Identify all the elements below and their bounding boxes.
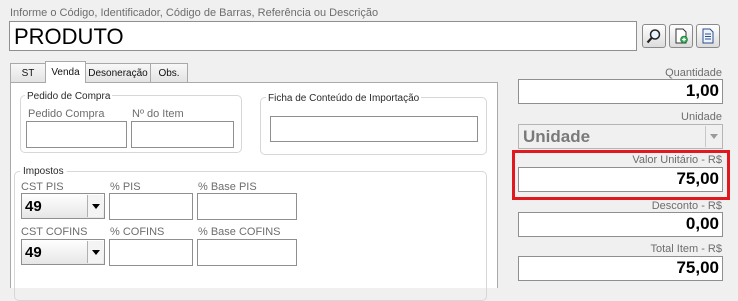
tab-desoneracao[interactable]: Desoneração <box>85 63 151 82</box>
desconto-value: 0,00 <box>685 214 719 233</box>
cst-pis-label: CST PIS <box>21 181 64 193</box>
tab-obs[interactable]: Obs. <box>150 63 188 82</box>
cst-pis-select[interactable]: 49 <box>21 193 105 219</box>
total-item-label: Total Item - R$ <box>650 243 722 255</box>
unidade-select[interactable]: Unidade <box>518 124 723 149</box>
chevron-down-icon <box>87 195 103 217</box>
unidade-label: Unidade <box>681 111 722 123</box>
pis-label: % PIS <box>110 181 141 193</box>
base-cofins-input[interactable] <box>197 239 297 266</box>
pedido-title: Pedido de Compra <box>25 91 113 102</box>
search-icon <box>646 29 661 44</box>
item-number-label: Nº do Item <box>132 108 184 120</box>
quantidade-value: 1,00 <box>685 81 719 100</box>
tab-st[interactable]: ST <box>10 63 46 82</box>
cst-cofins-select[interactable]: 49 <box>21 239 105 265</box>
quantidade-label: Quantidade <box>665 67 722 79</box>
pedido-compra-label: Pedido Compra <box>28 108 105 120</box>
add-document-icon <box>675 28 688 44</box>
desconto-label: Desconto - R$ <box>651 200 722 212</box>
ficha-input[interactable] <box>270 116 478 142</box>
total-item-input[interactable]: 75,00 <box>518 256 723 281</box>
cst-pis-value: 49 <box>25 198 42 215</box>
cst-cofins-label: CST COFINS <box>21 226 88 238</box>
cofins-input[interactable] <box>109 239 193 266</box>
desconto-input[interactable]: 0,00 <box>518 212 723 237</box>
total-item-value: 75,00 <box>676 258 719 277</box>
quantidade-input[interactable]: 1,00 <box>518 79 723 104</box>
tab-panel: Pedido de Compra Pedido Compra Nº do Ite… <box>10 82 498 301</box>
base-pis-input[interactable] <box>197 193 297 220</box>
document-icon <box>702 28 714 44</box>
base-pis-label: % Base PIS <box>198 181 257 193</box>
search-value: PRODUTO <box>14 24 124 49</box>
chevron-down-icon <box>87 241 103 263</box>
ficha-title: Ficha de Conteúdo de Importação <box>266 93 422 104</box>
search-label: Informe o Código, Identificador, Código … <box>10 7 379 19</box>
unidade-value: Unidade <box>523 127 591 146</box>
base-cofins-label: % Base COFINS <box>198 226 281 238</box>
valor-unitario-value: 75,00 <box>676 169 719 188</box>
pedido-compra-input[interactable] <box>26 121 127 148</box>
impostos-title: Impostos <box>20 166 67 177</box>
document-button[interactable] <box>696 24 720 48</box>
chevron-down-icon <box>705 126 721 147</box>
cst-cofins-value: 49 <box>25 244 42 261</box>
tab-venda[interactable]: Venda <box>45 61 86 83</box>
search-input[interactable]: PRODUTO <box>9 21 637 51</box>
new-button[interactable] <box>669 24 693 48</box>
valor-unitario-input[interactable]: 75,00 <box>518 167 723 192</box>
item-number-input[interactable] <box>131 121 234 148</box>
pis-input[interactable] <box>109 193 193 220</box>
cofins-label: % COFINS <box>110 226 165 238</box>
valor-unitario-label: Valor Unitário - R$ <box>632 154 722 166</box>
search-button[interactable] <box>642 24 666 48</box>
